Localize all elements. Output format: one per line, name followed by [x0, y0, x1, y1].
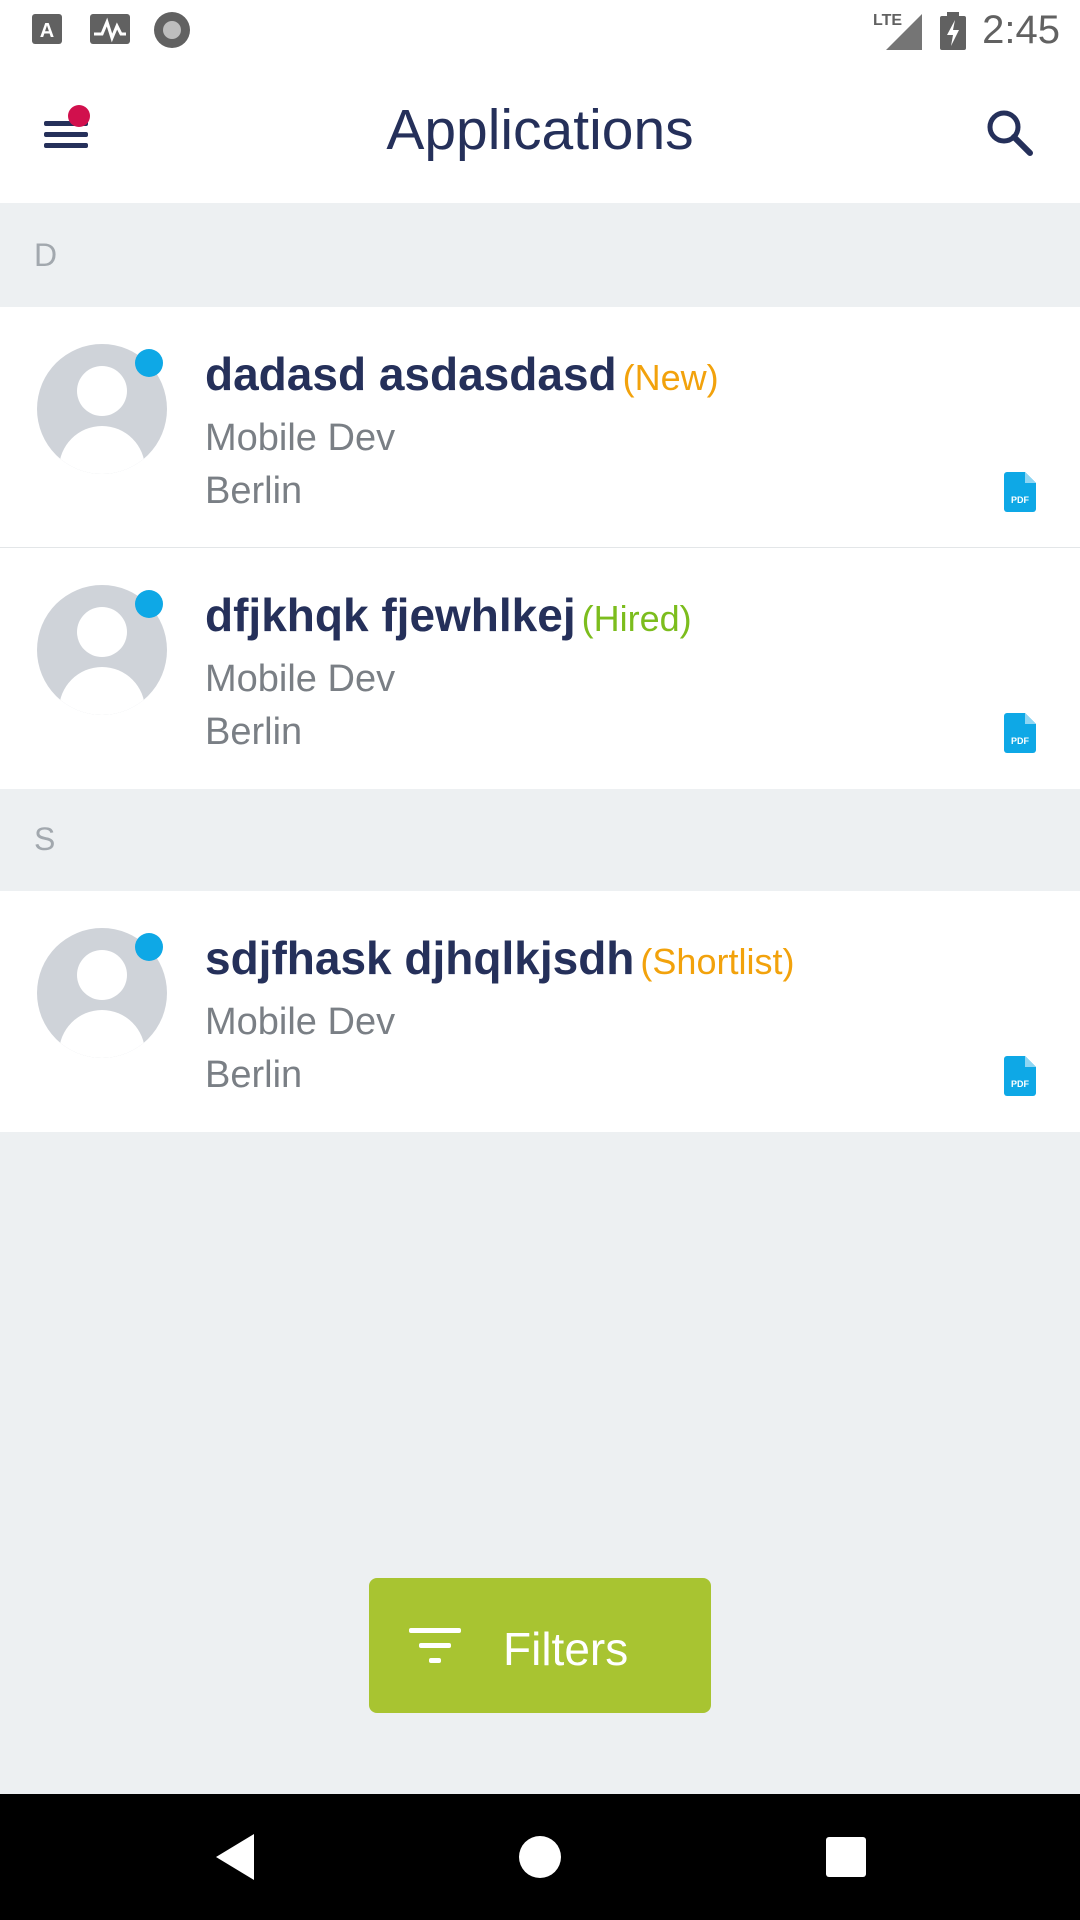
search-icon: [987, 110, 1033, 156]
filters-button[interactable]: Filters: [369, 1578, 711, 1713]
recents-icon[interactable]: [824, 1832, 868, 1882]
svg-text:PDF: PDF: [1011, 736, 1030, 746]
applicant-city: Berlin: [205, 1054, 303, 1096]
app-bar: Applications: [0, 63, 1080, 203]
applicant-name: dfjkhqk fjewhlkej: [205, 589, 576, 641]
signal-icon: [886, 14, 922, 50]
online-indicator: [135, 590, 163, 618]
pdf-icon[interactable]: PDF: [1004, 1056, 1036, 1096]
application-item[interactable]: dfjkhqk fjewhlkej (Hired) Mobile Dev Berl…: [0, 548, 1080, 789]
status-bar: A LTE 2:45: [0, 0, 1080, 63]
pdf-icon[interactable]: PDF: [1004, 713, 1036, 753]
record-icon: [154, 12, 190, 48]
page-title: Applications: [386, 98, 694, 162]
pdf-icon[interactable]: PDF: [1004, 472, 1036, 512]
applicant-city: Berlin: [205, 711, 303, 753]
status-time: 2:45: [982, 8, 1060, 52]
application-status: (New): [622, 357, 719, 398]
section-letter: S: [34, 821, 56, 857]
applicant-role: Mobile Dev: [205, 1001, 396, 1043]
applicant-role: Mobile Dev: [205, 417, 396, 459]
filters-label: Filters: [503, 1623, 629, 1675]
applicant-name-line: dadasd asdasdasd (New): [205, 347, 719, 401]
svg-text:A: A: [40, 20, 54, 42]
section-header-s: S: [0, 789, 1080, 891]
applicant-role: Mobile Dev: [205, 658, 396, 700]
back-icon[interactable]: [214, 1832, 258, 1882]
svg-text:PDF: PDF: [1011, 1079, 1030, 1089]
section-header-d: D: [0, 205, 1080, 307]
activity-icon: [90, 14, 130, 44]
application-status: (Shortlist): [640, 941, 795, 982]
applicant-name: dadasd asdasdasd: [205, 348, 617, 400]
application-item[interactable]: sdjfhask djhqlkjsdh (Shortlist) Mobile De…: [0, 891, 1080, 1132]
online-indicator: [135, 933, 163, 961]
section-letter: D: [34, 237, 58, 273]
applicant-name-line: sdjfhask djhqlkjsdh (Shortlist): [205, 931, 794, 985]
svg-text:PDF: PDF: [1011, 495, 1030, 505]
text-notification-icon: A: [32, 14, 62, 44]
application-status: (Hired): [581, 598, 692, 639]
battery-charging-icon: [940, 12, 966, 50]
application-item[interactable]: dadasd asdasdasd (New) Mobile Dev Berlin …: [0, 307, 1080, 548]
online-indicator: [135, 349, 163, 377]
home-icon[interactable]: [518, 1832, 562, 1882]
applicant-city: Berlin: [205, 470, 303, 512]
system-navigation-bar: [0, 1794, 1080, 1920]
applicant-name: sdjfhask djhqlkjsdh: [205, 932, 635, 984]
applicant-name-line: dfjkhqk fjewhlkej (Hired): [205, 588, 692, 642]
filter-icon: [409, 1628, 461, 1663]
search-button[interactable]: [984, 107, 1036, 159]
